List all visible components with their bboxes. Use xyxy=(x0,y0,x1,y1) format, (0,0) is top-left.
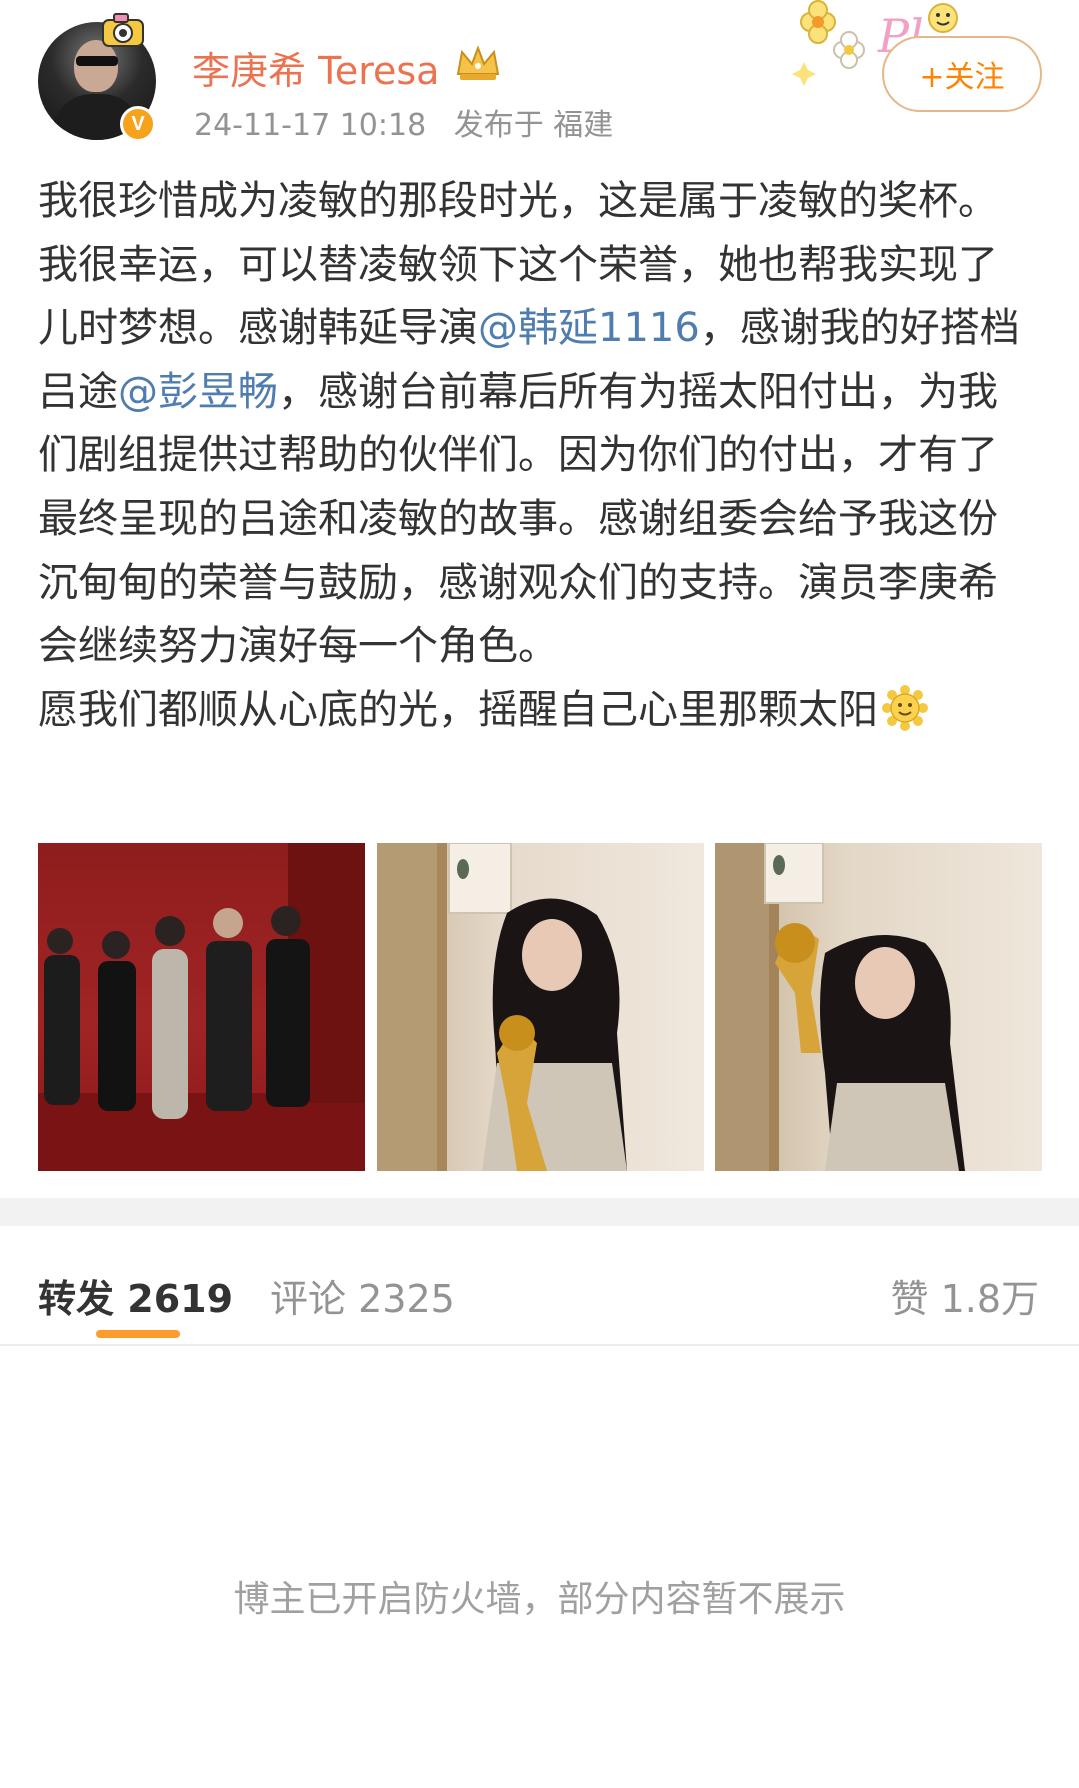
crown-member-icon xyxy=(456,45,500,80)
section-divider xyxy=(0,1198,1079,1226)
photo-grid xyxy=(38,843,1042,1171)
tab-repost-label: 转发 xyxy=(38,1277,115,1321)
tab-comment-label: 评论 xyxy=(270,1277,347,1321)
firewall-notice: 博主已开启防火墙，部分内容暂不展示 xyxy=(233,1579,846,1620)
tab-comment[interactable]: 评论 2325 xyxy=(270,1268,455,1323)
sun-emoji-icon xyxy=(882,684,928,731)
tab-like-count: 1.8万 xyxy=(940,1277,1039,1321)
photo-group-red-carpet[interactable] xyxy=(38,843,365,1171)
photo-group-illustration xyxy=(38,843,365,1171)
post-timestamp: 24-11-17 10:18 xyxy=(194,108,427,143)
active-tab-indicator xyxy=(96,1330,180,1338)
verified-badge-icon: V xyxy=(120,106,156,142)
tab-like-label: 赞 xyxy=(890,1277,929,1321)
mention-link-pengyuchang[interactable]: @彭昱畅 xyxy=(118,369,278,415)
post-location: 发布于 福建 xyxy=(453,108,614,143)
post-text-part-4: 愿我们都顺从心底的光，摇醒自己心里那颗太阳 xyxy=(38,686,878,733)
post-content: 我很珍惜成为凌敏的那段时光，这是属于凌敏的奖杯。我很幸运，可以替凌敏领下这个荣誉… xyxy=(38,170,1028,742)
photo-trophy-1[interactable] xyxy=(377,843,704,1171)
tab-like[interactable]: 赞 1.8万 xyxy=(890,1268,1039,1323)
post-meta: 24-11-17 10:18 发布于 福建 xyxy=(194,100,631,144)
avatar-camera-sticker-icon xyxy=(102,13,144,47)
engagement-tabs: 转发 2619 评论 2325 赞 1.8万 xyxy=(0,1226,1079,1346)
tab-repost-count: 2619 xyxy=(127,1277,234,1321)
photo-trophy-2-illustration xyxy=(715,843,965,1171)
tab-comment-count: 2325 xyxy=(358,1277,455,1321)
avatar-figure-glasses xyxy=(76,56,118,66)
tab-repost[interactable]: 转发 2619 xyxy=(38,1268,233,1323)
follow-button[interactable]: +关注 xyxy=(882,36,1042,112)
mention-link-hanyan[interactable]: @韩延1116 xyxy=(478,305,700,351)
tabs-bottom-border xyxy=(0,1344,1079,1346)
post-header: V 李庚希 Teresa 24-11-17 10:18 发布于 福建 Pl +关… xyxy=(0,0,1079,150)
photo-trophy-2[interactable] xyxy=(715,843,1042,1171)
photo-trophy-1-illustration xyxy=(377,843,627,1171)
username[interactable]: 李庚希 Teresa xyxy=(192,40,439,95)
